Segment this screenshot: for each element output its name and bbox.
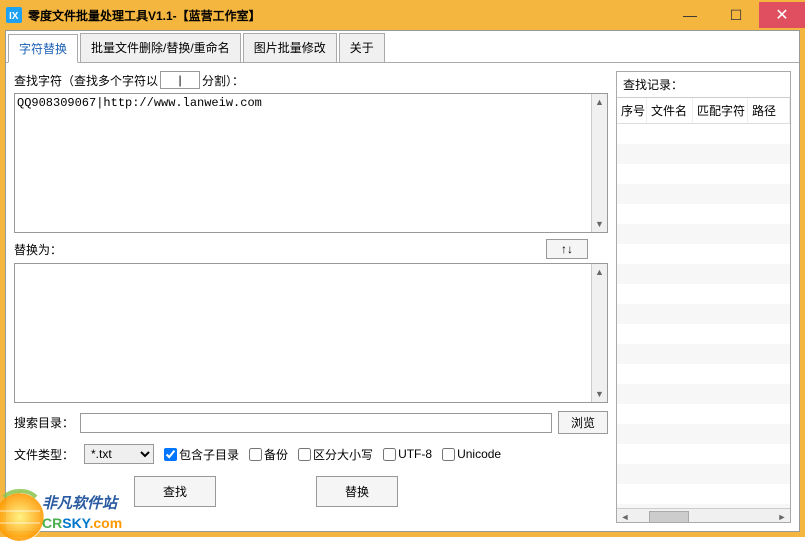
chk-case[interactable]: 区分大小写	[298, 446, 373, 463]
search-dir-label: 搜索目录：	[14, 414, 74, 431]
replace-scrollbar[interactable]: ▲▼	[591, 264, 607, 402]
col-index[interactable]: 序号	[617, 98, 647, 123]
results-rows	[617, 124, 790, 508]
find-label-row: 查找字符（查找多个字符以 分割）：	[14, 71, 608, 89]
chk-case-box[interactable]	[298, 448, 311, 461]
maximize-button[interactable]: ☐	[713, 2, 759, 28]
filetype-label: 文件类型：	[14, 446, 74, 463]
window-title: 零度文件批量处理工具V1.1-【蓝营工作室】	[28, 7, 667, 24]
chk-utf8[interactable]: UTF-8	[383, 447, 432, 461]
app-icon: IX	[6, 7, 22, 23]
swap-button[interactable]: ↑↓	[546, 239, 588, 259]
col-path[interactable]: 路径	[748, 98, 790, 123]
chk-unicode-box[interactable]	[442, 448, 455, 461]
find-textarea[interactable]	[15, 94, 607, 232]
find-button[interactable]: 查找	[134, 476, 216, 507]
browse-button[interactable]: 浏览	[558, 411, 608, 434]
replace-button[interactable]: 替换	[316, 476, 398, 507]
find-label-prefix: 查找字符（查找多个字符以	[14, 72, 158, 89]
tab-bar: 字符替换 批量文件删除/替换/重命名 图片批量修改 关于	[6, 31, 799, 63]
find-label-suffix: 分割）：	[202, 72, 244, 89]
filetype-select[interactable]: *.txt	[84, 444, 154, 464]
tab-batch-file[interactable]: 批量文件删除/替换/重命名	[80, 33, 241, 62]
replace-textarea-wrap: ▲▼	[14, 263, 608, 403]
chk-include-sub-box[interactable]	[164, 448, 177, 461]
minimize-button[interactable]: —	[667, 2, 713, 28]
delimiter-input[interactable]	[160, 71, 200, 89]
find-textarea-wrap: ▲▼	[14, 93, 608, 233]
tab-char-replace[interactable]: 字符替换	[8, 34, 78, 63]
results-header: 序号 文件名 匹配字符 路径	[617, 98, 790, 124]
close-button[interactable]: ✕	[759, 2, 805, 28]
chk-include-sub[interactable]: 包含子目录	[164, 446, 239, 463]
chk-backup[interactable]: 备份	[249, 446, 288, 463]
replace-textarea[interactable]	[15, 264, 607, 402]
results-table: 序号 文件名 匹配字符 路径 ◄►	[617, 97, 790, 522]
results-hscroll[interactable]: ◄►	[617, 508, 790, 522]
tab-about[interactable]: 关于	[339, 33, 385, 62]
svg-text:IX: IX	[9, 11, 19, 22]
chk-unicode[interactable]: Unicode	[442, 447, 501, 461]
chk-utf8-box[interactable]	[383, 448, 396, 461]
tab-image-batch[interactable]: 图片批量修改	[243, 33, 337, 62]
titlebar: IX 零度文件批量处理工具V1.1-【蓝营工作室】 — ☐ ✕	[0, 0, 805, 30]
chk-backup-box[interactable]	[249, 448, 262, 461]
search-dir-input[interactable]	[80, 413, 552, 433]
find-scrollbar[interactable]: ▲▼	[591, 94, 607, 232]
replace-label: 替换为：	[14, 241, 62, 258]
results-title: 查找记录：	[617, 72, 790, 97]
col-filename[interactable]: 文件名	[647, 98, 693, 123]
col-match[interactable]: 匹配字符	[693, 98, 748, 123]
